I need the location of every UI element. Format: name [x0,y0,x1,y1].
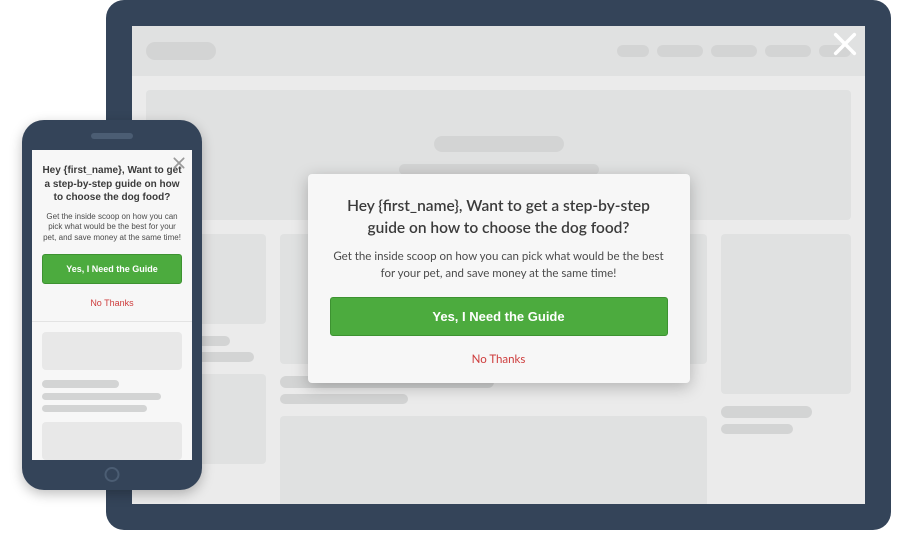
wireframe-card [42,332,182,370]
nav-placeholder [765,45,811,57]
nav-placeholder [617,45,649,57]
popup-modal-desktop: Hey {first_name}, Want to get a step-by-… [308,174,690,383]
phone-content-wireframe [32,322,192,460]
wireframe-card [42,422,182,460]
accept-button[interactable]: Yes, I Need the Guide [42,254,182,284]
desktop-device-frame: Hey {first_name}, Want to get a step-by-… [106,0,891,530]
phone-device-frame: Hey {first_name}, Want to get a step-by-… [22,120,202,490]
wireframe-card [721,234,851,394]
desktop-screen: Hey {first_name}, Want to get a step-by-… [132,26,865,504]
phone-speaker [91,133,133,139]
popup-modal-mobile: Hey {first_name}, Want to get a step-by-… [32,150,192,322]
wireframe-card [280,416,707,504]
phone-screen: Hey {first_name}, Want to get a step-by-… [32,150,192,460]
nav-placeholder [657,45,703,57]
decline-link[interactable]: No Thanks [90,298,133,308]
phone-home-button [105,467,120,482]
nav-placeholder [711,45,757,57]
close-icon[interactable] [831,30,859,58]
accept-button[interactable]: Yes, I Need the Guide [330,297,668,336]
close-icon[interactable] [172,156,186,170]
modal-subtext: Get the inside scoop on how you can pick… [42,212,182,244]
modal-heading: Hey {first_name}, Want to get a step-by-… [42,164,182,205]
modal-heading: Hey {first_name}, Want to get a step-by-… [330,196,668,239]
modal-subtext: Get the inside scoop on how you can pick… [330,249,668,282]
desktop-header-wireframe [132,26,865,76]
logo-placeholder [146,42,216,60]
decline-link[interactable]: No Thanks [472,353,526,366]
